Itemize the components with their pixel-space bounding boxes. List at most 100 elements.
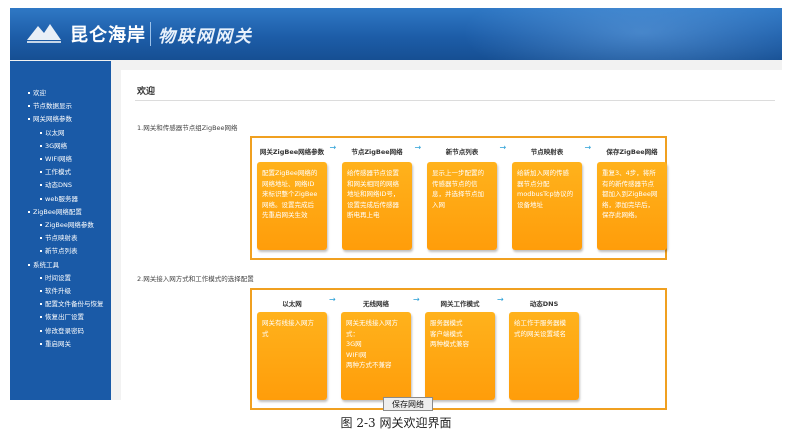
sidebar-item-label: 节点数据显示 <box>33 102 72 111</box>
bullet-icon <box>28 92 30 94</box>
sidebar-item[interactable]: 3G网络 <box>10 140 111 153</box>
sidebar-item-label: 欢迎 <box>33 89 46 97</box>
sidebar-item[interactable]: 系统工具 <box>10 259 111 272</box>
step-description-line: 两种方式不兼容 <box>346 361 392 369</box>
step-description-line: 式的网关设置域名 <box>514 329 566 338</box>
sidebar-item-label: ZigBee网络参数 <box>45 221 94 230</box>
sidebar-item-label: WIFI网络 <box>45 155 72 164</box>
bullet-icon <box>28 105 30 108</box>
sidebar: 欢迎节点数据显示 网关网络参数 以太网 3G网络 WIFI网络 工作模式动态DNS web服… <box>10 61 111 400</box>
step-description-line: 断电再上电 <box>347 211 380 219</box>
main-content: 欢迎 1.网关和传感器节点组ZigBee网络 网关ZigBee网络参数 → 配置Zi… <box>121 70 782 410</box>
bullet-icon <box>40 237 42 240</box>
sidebar-item-label: 重启网关 <box>45 339 71 348</box>
bullet-icon <box>40 303 42 306</box>
step-description-line: 给新加入网的传感 <box>517 169 569 177</box>
section1-heading: 1.网关和传感器节点组ZigBee网络 <box>137 124 238 132</box>
sidebar-item[interactable]: 欢迎 <box>10 87 111 100</box>
bullet-icon <box>28 210 30 213</box>
bullet-icon <box>40 290 42 293</box>
bullet-icon <box>40 197 42 200</box>
sidebar-item[interactable]: 配置文件备份与恢复 <box>10 298 111 311</box>
bullet-icon <box>40 250 42 253</box>
sidebar-item-label: 3G网络 <box>45 141 68 150</box>
sidebar-item[interactable]: 节点映射表 <box>10 232 111 245</box>
step-description-line: 有的新传感器节点 <box>602 179 654 188</box>
step-description-box: 给新加入网的传感 器节点分配 modbusTcp协议的 设备地址 <box>512 162 582 250</box>
step-description-line: 入网 <box>432 200 445 209</box>
step-description-box: 显示上一步配置的 传感器节点的信 息，并选择节点加 入网 <box>427 162 497 250</box>
sidebar-item[interactable]: WIFI网络 <box>10 153 111 166</box>
step-description-line: 两种模式兼容 <box>430 340 469 348</box>
bullet-icon <box>40 342 42 345</box>
sidebar-item[interactable]: 重启网关 <box>10 338 111 351</box>
header-divider <box>150 22 151 46</box>
sidebar-item[interactable]: 新节点列表 <box>10 245 111 258</box>
sidebar-item-label: 动态DNS <box>45 181 72 190</box>
step-description-box: 网关无线接入网方 式： 3G网 WIFI网 两种方式不兼容 <box>341 312 411 400</box>
bullet-icon <box>40 316 42 319</box>
zigbee-steps-panel: 网关ZigBee网络参数 → 配置ZigBee网络的 网络地址、网络ID 来标识整个Zi… <box>250 136 667 260</box>
title-divider <box>135 100 775 101</box>
step-description-line: 网络。设置完成后 <box>262 200 314 209</box>
app-window: 昆仑海岸 物联网网关 欢迎节点数据显示 网关网络参数 以太网 3G网络 WIFI网络 工作… <box>10 8 782 410</box>
step-description-box: 重复3、4步，将所 有的新传感器节点 都加入到ZigBee网 络，添加完毕后， 保存此网… <box>597 162 667 250</box>
sidebar-item-label: 恢复出厂设置 <box>45 313 84 322</box>
sidebar-item-label: 新节点列表 <box>45 247 78 256</box>
step-description-box: 服务器模式 客户端模式 两种模式兼容 <box>425 312 495 400</box>
step-title: 保存ZigBee网络 <box>606 148 658 156</box>
step-description-box: 网关有线接入网方式 <box>257 312 327 400</box>
step-description-line: 络，添加完毕后， <box>602 200 654 209</box>
step-description-line: 网关有线接入网方 <box>262 319 314 327</box>
sidebar-item[interactable]: 网关网络参数 <box>10 113 111 126</box>
bullet-icon <box>28 118 30 121</box>
product-name: 物联网网关 <box>158 27 253 47</box>
bullet-icon <box>28 263 30 266</box>
step-description-line: 来标识整个ZigBee <box>262 190 318 198</box>
bullet-icon <box>40 276 42 279</box>
bullet-icon <box>40 329 42 332</box>
step-description-line: 设备地址 <box>517 200 543 209</box>
sidebar-item[interactable]: 工作模式 <box>10 166 111 179</box>
sidebar-item[interactable]: 节点数据显示 <box>10 100 111 113</box>
sidebar-item[interactable]: 时间设置 <box>10 272 111 285</box>
brand-name: 昆仑海岸 <box>70 25 146 46</box>
step-description-line: WIFI网 <box>346 350 367 359</box>
step-description-line: 式： <box>346 329 359 338</box>
sidebar-item[interactable]: 软件升级 <box>10 285 111 298</box>
sidebar-item-label: 时间设置 <box>45 273 71 282</box>
sidebar-item-label: 网关网络参数 <box>33 115 72 124</box>
step-description-box: 给传感器节点设置 和网关相同的网络 地址和网络ID号， 设置完成后传感器 断电再上电 <box>342 162 412 250</box>
step-description-line: 传感器节点的信 <box>432 179 478 188</box>
page-title: 欢迎 <box>137 87 156 97</box>
sidebar-item[interactable]: 修改登录密码 <box>10 325 111 338</box>
step-description-line: 保存此网络。 <box>602 211 641 219</box>
save-network-button[interactable]: 保存网络 <box>383 397 433 411</box>
step-description-box: 配置ZigBee网络的 网络地址、网络ID 来标识整个ZigBee 网络。设置完成后先… <box>257 162 327 250</box>
header-banner: 昆仑海岸 物联网网关 <box>10 8 782 60</box>
kunlun-logo-icon <box>27 24 61 43</box>
sidebar-item[interactable]: ZigBee网络配置 <box>10 206 111 219</box>
step-description-line: 显示上一步配置的 <box>432 169 484 177</box>
bullet-icon <box>40 184 42 187</box>
step-description-line: 网络地址、网络ID <box>262 179 315 188</box>
step-description-line: modbusTcp协议的 <box>517 190 574 198</box>
sidebar-item[interactable]: 恢复出厂设置 <box>10 311 111 324</box>
step-description-line: 配置ZigBee网络的 <box>262 169 318 177</box>
step-description-box: 给工作于服务器模 式的网关设置域名 <box>509 312 579 400</box>
section2-heading: 2.网关接入网方式和工作模式的选择配置 <box>137 275 254 283</box>
step-description-line: 服务器模式 <box>430 319 463 327</box>
sidebar-item-label: 工作模式 <box>45 168 71 177</box>
sidebar-item[interactable]: 以太网 <box>10 127 111 140</box>
bullet-icon <box>40 158 42 161</box>
sidebar-item-label: 以太网 <box>45 128 65 137</box>
step-title: 动态DNS <box>529 300 559 308</box>
bullet-icon <box>40 224 42 227</box>
sidebar-item[interactable]: 动态DNS <box>10 179 111 192</box>
network-steps-panel: 以太网 → 网关有线接入网方式无线网络 → 网关无线接入网方 式： 3G网 WIFI网 两种方式… <box>250 288 667 410</box>
bullet-icon <box>40 131 42 134</box>
sidebar-item[interactable]: web服务器 <box>10 193 111 206</box>
step-description-line: 地址和网络ID号， <box>347 190 400 198</box>
sidebar-item[interactable]: ZigBee网络参数 <box>10 219 111 232</box>
step-description-line: 网关无线接入网方 <box>346 319 398 327</box>
